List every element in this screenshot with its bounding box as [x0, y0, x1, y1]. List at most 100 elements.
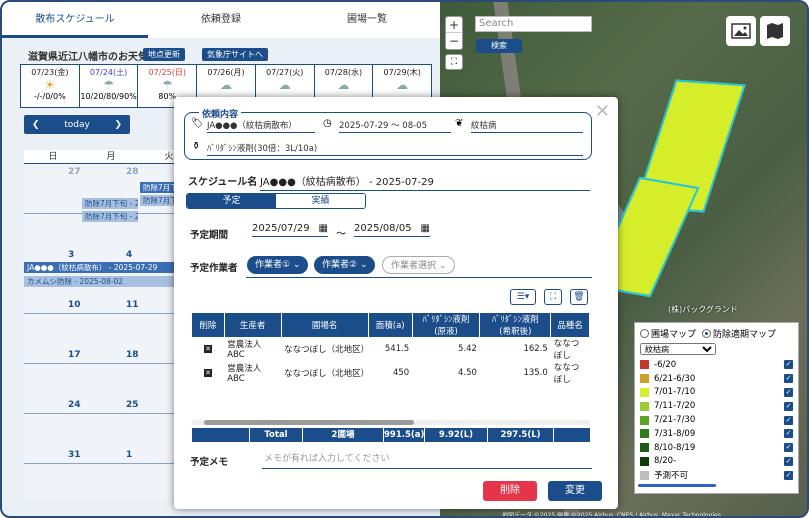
- legend-checkbox[interactable]: ✓: [784, 470, 793, 480]
- worker-chip[interactable]: 作業者① ⌄: [247, 256, 309, 274]
- leaf-icon: ❦: [455, 118, 464, 129]
- calendar-day[interactable]: 24: [68, 400, 81, 410]
- table-row[interactable]: ✕ 営農法人ABC ななつぼし（北地区） 450 4.50 135.0 ななつぼ…: [192, 361, 590, 385]
- column-header[interactable]: 削除: [192, 313, 225, 337]
- app-frame: (株)パックグランド + − ⛶ Search 検索 圃場マップ 防除適期マップ…: [0, 0, 809, 518]
- start-date-input[interactable]: 2025/07/29 ▦: [252, 223, 328, 237]
- weather-date: 07/29(木): [383, 68, 421, 77]
- today-button[interactable]: today: [64, 120, 90, 130]
- update-location-button[interactable]: 地点更新: [143, 48, 185, 61]
- delete-row-checkbox[interactable]: ✕: [204, 345, 213, 353]
- jma-site-button[interactable]: 気象庁サイトへ: [202, 48, 268, 61]
- legend-checkbox[interactable]: ✓: [784, 443, 793, 453]
- weather-icon: ☂: [161, 78, 173, 92]
- legend-checkbox[interactable]: ✓: [784, 374, 793, 384]
- legend-swatch: [640, 456, 649, 466]
- calendar-day[interactable]: 31: [68, 450, 81, 460]
- delete-button[interactable]: 削除: [483, 481, 537, 501]
- map-search-button[interactable]: 検索: [476, 39, 522, 53]
- legend-checkbox[interactable]: ✓: [784, 415, 793, 425]
- column-header[interactable]: ﾊﾞﾘﾀﾞｼﾝ液剤 (原液): [412, 313, 481, 337]
- clock-icon: ◷: [323, 118, 332, 129]
- radio-field-map[interactable]: 圃場マップ: [640, 327, 696, 340]
- crop-icon[interactable]: ⛶: [544, 289, 562, 305]
- worker-chip[interactable]: 作業者② ⌄: [314, 256, 376, 274]
- legend-swatch: [640, 429, 649, 439]
- column-header[interactable]: 面積(a): [368, 313, 413, 337]
- calendar-day[interactable]: 10: [68, 300, 81, 310]
- calendar-day[interactable]: 11: [126, 300, 139, 310]
- column-header[interactable]: 品種名: [550, 313, 590, 337]
- legend-swatch: [640, 470, 649, 480]
- calendar-day[interactable]: 4: [126, 250, 132, 260]
- column-header[interactable]: ﾊﾞﾘﾀﾞｼﾝ液剤 (希釈後): [479, 313, 552, 337]
- column-header[interactable]: 生産者: [224, 313, 282, 337]
- legend-checkbox[interactable]: ✓: [784, 360, 793, 370]
- tab-request[interactable]: 依頼登録: [148, 2, 294, 38]
- column-menu-button[interactable]: ☰▾: [510, 289, 536, 305]
- cell-producer: 営農法人ABC: [227, 340, 262, 360]
- legend-label: 7/01-7/10: [654, 387, 696, 398]
- radio-control-map[interactable]: 防除適期マップ: [702, 327, 776, 340]
- calendar-nav: ❮ today ❯: [24, 115, 130, 134]
- calendar-day[interactable]: 17: [68, 350, 81, 360]
- calendar-day[interactable]: 25: [126, 400, 139, 410]
- calendar-icon: ▦: [318, 223, 328, 234]
- tab-plan[interactable]: 予定: [187, 194, 276, 208]
- close-icon[interactable]: ✕: [595, 101, 610, 122]
- tab-schedule[interactable]: 散布スケジュール: [2, 2, 148, 38]
- legend-checkbox[interactable]: ✓: [784, 401, 793, 411]
- memo-input[interactable]: メモが有れば入力してください: [262, 451, 592, 469]
- total-diluted: 297.5(L): [488, 428, 554, 442]
- calendar-day[interactable]: 27: [68, 167, 81, 177]
- weather-text: 10/20/80/90%: [80, 92, 137, 101]
- calendar-day[interactable]: 28: [126, 167, 139, 177]
- calendar-icon: ▦: [420, 223, 430, 234]
- opacity-slider[interactable]: [638, 484, 716, 487]
- map-layer-button[interactable]: [760, 16, 790, 46]
- next-button[interactable]: ❯: [114, 120, 122, 130]
- weather-icon: ☁: [278, 78, 291, 92]
- disease-select[interactable]: 紋枯病: [640, 343, 716, 355]
- calendar-event[interactable]: 防除7月下旬 - 2025-07: [82, 198, 138, 209]
- legend-label: 7/31-8/09: [654, 428, 696, 439]
- weekday-header: 日: [48, 152, 58, 162]
- end-date-input[interactable]: 2025/08/05 ▦: [354, 223, 430, 237]
- legend-checkbox[interactable]: ✓: [784, 456, 793, 466]
- cell-field: ななつぼし（北地区）: [284, 345, 370, 355]
- cell-diluted: 162.5: [523, 344, 548, 354]
- legend-checkbox[interactable]: ✓: [784, 429, 793, 439]
- weather-day: 07/24(土) ☂ 10/20/80/90%: [80, 65, 139, 107]
- legend-swatch: [640, 374, 649, 384]
- prev-button[interactable]: ❮: [32, 120, 40, 130]
- legend-item: -6/20 ✓: [640, 358, 793, 372]
- schedule-name-input[interactable]: JA●●●（紋枯病散布） - 2025-07-29: [260, 173, 590, 191]
- total-area: 991.5(a): [384, 428, 425, 442]
- zoom-out-button[interactable]: −: [446, 33, 462, 49]
- image-layer-button[interactable]: [726, 16, 756, 46]
- table-row[interactable]: ✕ 営農法人ABC ななつぼし（北地区） 541.5 5.42 162.5 なな…: [192, 337, 590, 361]
- calendar-day[interactable]: 3: [68, 250, 74, 260]
- worker-select[interactable]: 作業者選択 ⌄: [382, 256, 456, 274]
- delete-row-checkbox[interactable]: ✕: [204, 369, 213, 377]
- calendar-day[interactable]: 18: [126, 350, 139, 360]
- fullscreen-button[interactable]: ⛶: [445, 54, 463, 70]
- map-search-input[interactable]: Search: [475, 16, 592, 32]
- column-header[interactable]: 圃場名: [281, 313, 369, 337]
- cell-producer: 営農法人ABC: [227, 364, 262, 384]
- calendar-day[interactable]: 1: [126, 450, 132, 460]
- legend-checkbox[interactable]: ✓: [784, 387, 793, 397]
- trash-icon[interactable]: 🗑: [570, 289, 588, 305]
- workers-label: 予定作業者: [190, 263, 238, 274]
- image-icon: [731, 23, 751, 39]
- zoom-in-button[interactable]: +: [446, 17, 462, 33]
- schedule-modal: ✕ 依頼内容 🏷 JA●●●（紋枯病散布） ◷ 2025-07-29 〜 08-…: [174, 97, 618, 509]
- legend-swatch: [640, 443, 649, 453]
- update-button[interactable]: 変更: [548, 481, 602, 501]
- tab-fields[interactable]: 圃場一覧: [294, 2, 440, 38]
- cell-area: 450: [392, 368, 410, 378]
- table-scrollbar[interactable]: [192, 420, 590, 425]
- tab-actual[interactable]: 実績: [276, 194, 365, 208]
- workers-underline: [246, 277, 592, 278]
- request-disease: 紋枯病: [471, 119, 583, 133]
